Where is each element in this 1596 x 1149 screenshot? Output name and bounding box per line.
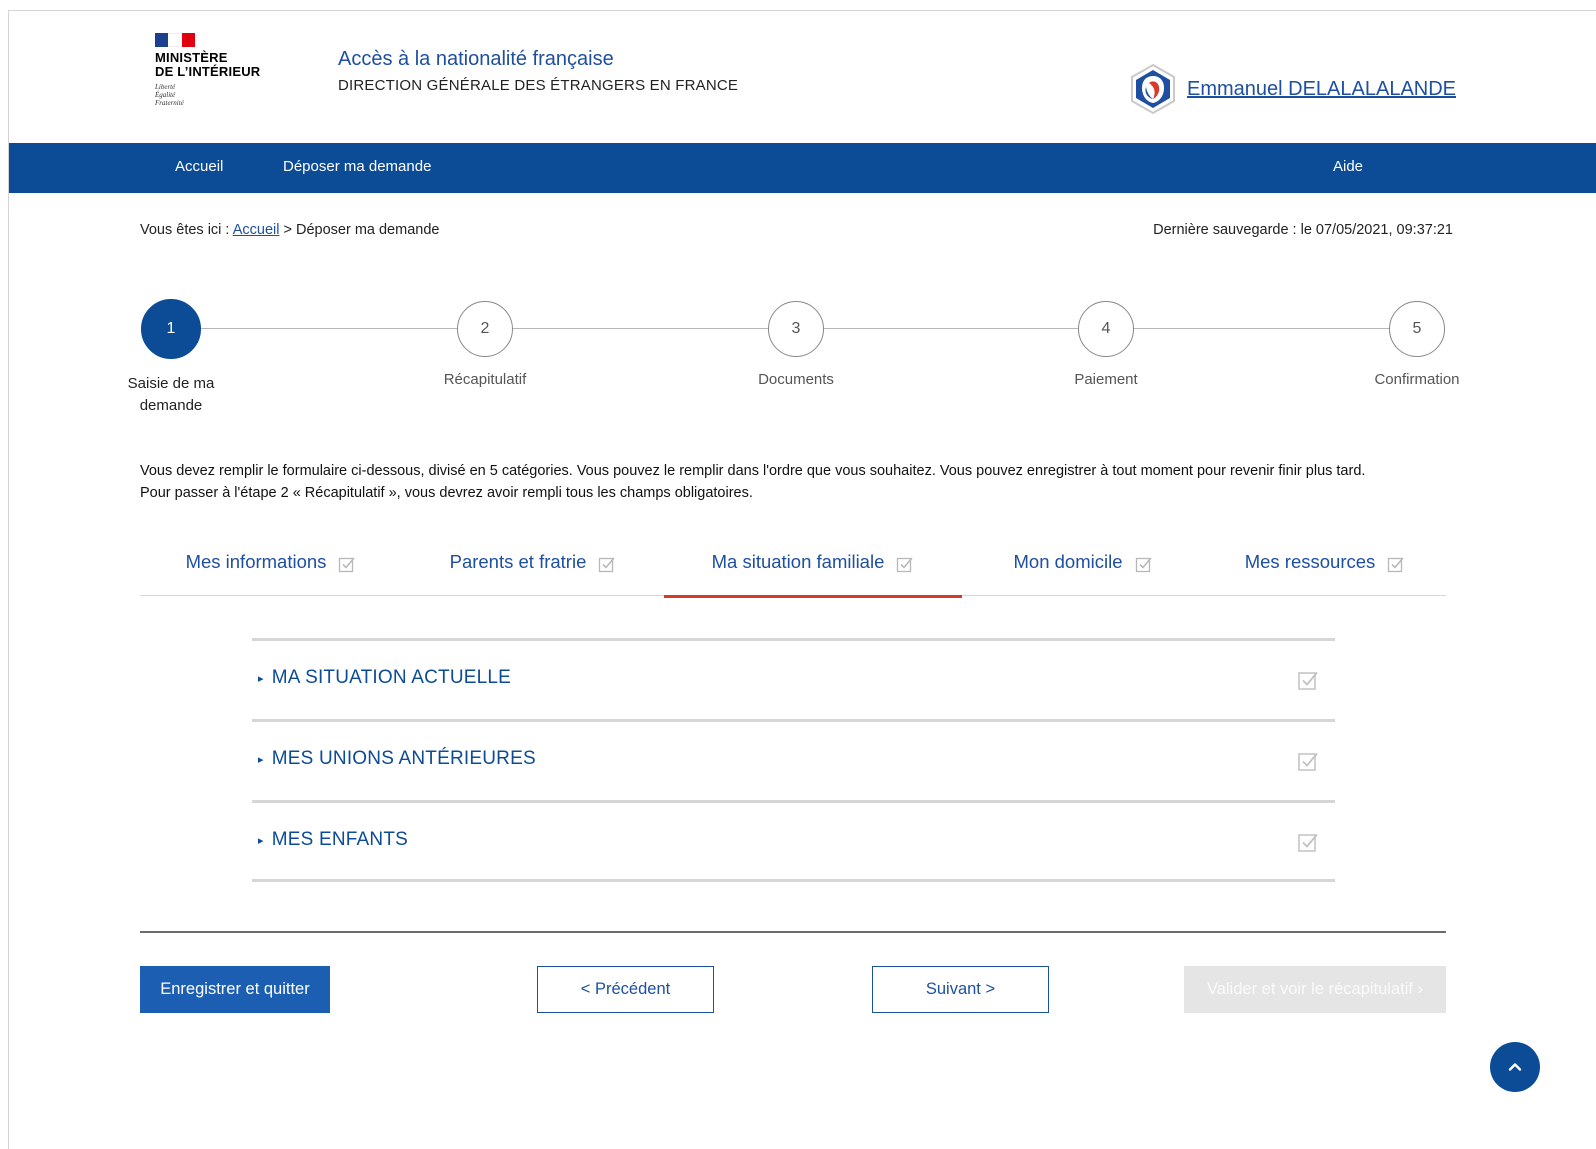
step-2-label: Récapitulatif [443,371,527,388]
tab-situation-familiale[interactable]: Ma situation familiale [664,551,962,598]
nav-item-aide[interactable]: Aide [1333,158,1363,175]
check-icon [1135,557,1152,573]
tab-mon-domicile[interactable]: Mon domicile [962,551,1204,596]
validate-summary-button: Valider et voir le récapitulatif › [1184,966,1446,1013]
ministry-logo[interactable]: MINISTÈRE DE L’INTÉRIEUR Liberté Égalité… [155,33,285,123]
tab-label: Parents et fratrie [449,551,587,572]
motto-fraternite: Fraternité [155,99,184,107]
check-icon [339,557,356,573]
tab-label: Ma situation familiale [711,551,885,572]
stepper-connector [822,328,1084,329]
breadcrumb-prefix: Vous êtes ici : [140,222,233,238]
step-4-circle: 4 [1078,301,1134,357]
step-5-circle: 5 [1389,301,1445,357]
motto-liberte: Liberté [155,83,176,91]
accordion-unions-anterieures[interactable]: ▸ MES UNIONS ANTÉRIEURES [252,719,1335,801]
instructions-line2: Pour passer à l'étape 2 « Récapitulatif … [140,485,753,501]
tab-label: Mes ressources [1244,551,1376,572]
user-name-link[interactable]: Emmanuel DELALALALANDE [1187,78,1456,101]
french-flag-icon [155,33,195,47]
check-icon [1298,752,1318,771]
form-instructions: Vous devez remplir le formulaire ci-dess… [140,460,1460,504]
accordion-title[interactable]: ▸ MA SITUATION ACTUELLE [258,667,511,689]
tab-label: Mes informations [185,551,327,572]
breadcrumb-home-link[interactable]: Accueil [233,222,280,238]
caret-right-icon: ▸ [258,672,264,685]
accordion-title-text: MA SITUATION ACTUELLE [271,667,512,688]
check-icon [1298,671,1318,690]
ministry-name-line2: DE L’INTÉRIEUR [155,64,261,79]
user-menu[interactable]: Emmanuel DELALALALANDE [1127,63,1456,115]
nav-item-deposer[interactable]: Déposer ma demande [283,158,431,175]
accordion-situation-actuelle[interactable]: ▸ MA SITUATION ACTUELLE [252,638,1335,720]
scroll-to-top-button[interactable] [1490,1042,1540,1092]
accordion-title-text: MES ENFANTS [271,829,409,850]
step-1-label-line1: Saisie de ma [127,375,215,392]
site-title[interactable]: Accès à la nationalité française [338,48,614,71]
site-subtitle: DIRECTION GÉNÉRALE DES ÉTRANGERS EN FRAN… [338,77,739,94]
user-avatar-icon [1131,63,1175,115]
tab-mes-informations[interactable]: Mes informations [140,551,402,596]
caret-right-icon: ▸ [258,753,264,766]
chevron-up-icon [1508,1063,1522,1071]
main-nav: Accueil Déposer ma demande Aide [9,143,1596,193]
form-divider [140,931,1446,933]
step-1-circle: 1 [141,299,201,359]
save-and-quit-button[interactable]: Enregistrer et quitter [140,966,330,1013]
step-3-circle: 3 [768,301,824,357]
site-header: MINISTÈRE DE L’INTÉRIEUR Liberté Égalité… [9,11,1596,143]
check-icon [1388,557,1404,573]
check-icon [1298,833,1318,852]
step-2-circle: 2 [457,301,513,357]
check-icon [599,557,615,573]
stepper-connector [1133,328,1395,329]
tab-mes-ressources[interactable]: Mes ressources [1204,551,1446,596]
accordion-title[interactable]: ▸ MES UNIONS ANTÉRIEURES [258,748,536,770]
tab-label: Mon domicile [1013,551,1123,572]
republic-motto: Liberté Égalité Fraternité [155,83,285,107]
breadcrumb: Vous êtes ici : Accueil > Déposer ma dem… [140,222,439,238]
step-3-label: Documents [758,371,834,388]
accordion-title[interactable]: ▸ MES ENFANTS [258,829,408,851]
category-tabs: Mes informations Parents et fratrie Ma s… [140,551,1446,598]
page-frame: MINISTÈRE DE L’INTÉRIEUR Liberté Égalité… [8,10,1596,1149]
next-button[interactable]: Suivant > [872,966,1049,1013]
last-save-status: Dernière sauvegarde : le 07/05/2021, 09:… [1153,222,1453,238]
motto-egalite: Égalité [155,91,176,99]
stepper-connector [201,328,467,329]
instructions-line1: Vous devez remplir le formulaire ci-dess… [140,463,1366,479]
ministry-name-line1: MINISTÈRE [155,50,228,65]
step-1-label: Saisie de ma demande [111,373,231,417]
tab-parents-fratrie[interactable]: Parents et fratrie [402,551,664,596]
check-icon [897,557,913,573]
accordion-mes-enfants[interactable]: ▸ MES ENFANTS [252,800,1335,882]
stepper-connector [512,328,774,329]
step-4-label: Paiement [1074,371,1138,388]
breadcrumb-current: Déposer ma demande [295,222,440,238]
step-5-label: Confirmation [1374,371,1460,388]
breadcrumb-separator: > [279,222,296,238]
accordion-title-text: MES UNIONS ANTÉRIEURES [271,748,536,769]
caret-right-icon: ▸ [258,834,264,847]
nav-item-accueil[interactable]: Accueil [175,158,223,175]
step-1-label-line2: demande [139,397,203,414]
previous-button[interactable]: < Précédent [537,966,714,1013]
